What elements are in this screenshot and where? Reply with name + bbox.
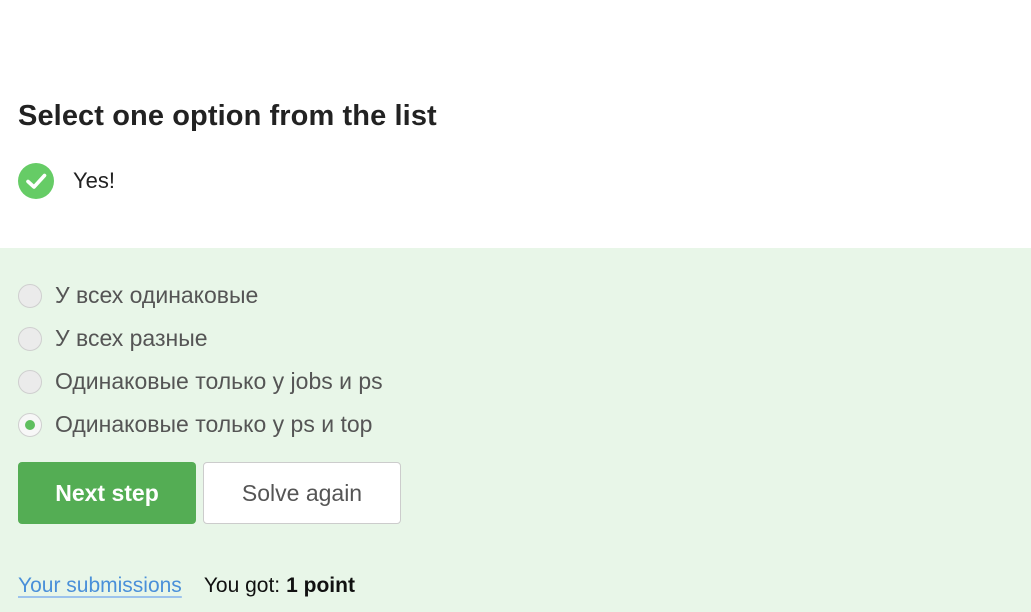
question-title: Select one option from the list <box>18 100 437 132</box>
score-value: 1 point <box>286 574 355 597</box>
feedback-text: Yes! <box>73 168 116 193</box>
question-header: Select one option from the list Yes! <box>0 0 1031 248</box>
option-label: Одинаковые только у jobs и ps <box>55 368 383 394</box>
option-item-selected[interactable]: Одинаковые только у ps и top <box>18 403 383 446</box>
feedback-correct: Yes! <box>18 163 115 199</box>
radio-button[interactable] <box>18 326 42 351</box>
radio-dot-icon <box>25 419 35 430</box>
radio-button[interactable] <box>18 283 42 308</box>
option-label: У всех разные <box>55 325 208 351</box>
your-submissions-link[interactable]: Your submissions <box>18 574 182 598</box>
score-text: You got: 1 point <box>204 574 355 598</box>
answer-panel: У всех одинаковые У всех разные Одинаков… <box>0 248 1031 612</box>
option-item[interactable]: Одинаковые только у jobs и ps <box>18 360 383 403</box>
option-label: У всех одинаковые <box>55 282 259 308</box>
option-item[interactable]: У всех разные <box>18 317 383 360</box>
solve-again-button[interactable]: Solve again <box>203 462 401 524</box>
options-list: У всех одинаковые У всех разные Одинаков… <box>18 274 383 446</box>
option-item[interactable]: У всех одинаковые <box>18 274 383 317</box>
checkmark-icon <box>18 163 54 199</box>
radio-button-selected[interactable] <box>18 412 42 437</box>
radio-button[interactable] <box>18 369 42 394</box>
action-buttons: Next step Solve again <box>18 462 401 524</box>
next-step-button[interactable]: Next step <box>18 462 196 524</box>
submission-footer: Your submissions You got: 1 point <box>18 574 355 598</box>
score-prefix: You got: <box>203 574 281 597</box>
option-label: Одинаковые только у ps и top <box>55 411 373 437</box>
